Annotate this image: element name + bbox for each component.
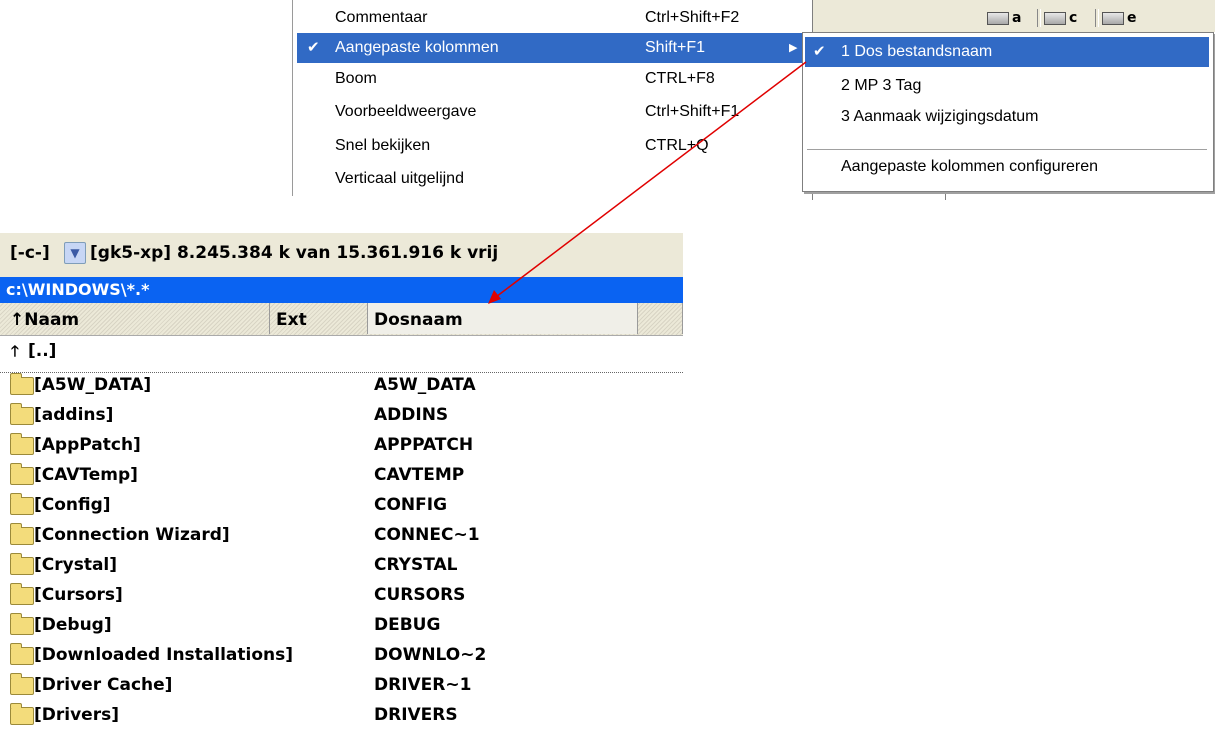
drive-icon xyxy=(987,11,1009,25)
menu-item-voorbeeldweergave[interactable]: Voorbeeldweergave Ctrl+Shift+F1 xyxy=(297,97,803,127)
menu-item-verticaal-uitgelijnd[interactable]: Verticaal uitgelijnd xyxy=(297,164,803,194)
folder-icon xyxy=(10,583,34,605)
menu-separator xyxy=(807,149,1207,150)
submenu-item-configureren[interactable]: Aangepaste kolommen configureren xyxy=(805,152,1209,182)
drive-button-c[interactable]: c xyxy=(1037,9,1077,27)
list-item[interactable]: [Cursors] CURSORS xyxy=(0,580,683,610)
chevron-down-icon[interactable]: ▼ xyxy=(64,242,86,264)
menu-item-commentaar[interactable]: Commentaar Ctrl+Shift+F2 xyxy=(297,3,803,33)
list-item[interactable]: [Crystal] CRYSTAL xyxy=(0,550,683,580)
folder-icon xyxy=(10,373,34,395)
toolbar-separator xyxy=(1095,9,1099,27)
drive-button-e[interactable]: e xyxy=(1095,9,1137,27)
menu-item-boom[interactable]: Boom CTRL+F8 xyxy=(297,64,803,94)
list-item[interactable]: [A5W_DATA] A5W_DATA xyxy=(0,370,683,400)
custom-columns-submenu: ✔ 1 Dos bestandsnaam 2 MP 3 Tag 3 Aanmaa… xyxy=(802,32,1214,192)
folder-icon xyxy=(10,463,34,485)
view-context-menu: Commentaar Ctrl+Shift+F2 ✔ Aangepaste ko… xyxy=(292,0,803,196)
column-header-dosnaam[interactable]: Dosnaam xyxy=(368,303,638,334)
folder-icon xyxy=(10,553,34,575)
parent-directory-row[interactable]: 🡑 [..] xyxy=(0,336,683,366)
column-header-naam[interactable]: ↑Naam xyxy=(0,303,270,334)
submenu-item-aanmaak-wijzigingsdatum[interactable]: 3 Aanmaak wijzigingsdatum xyxy=(805,102,1209,132)
folder-icon xyxy=(10,493,34,515)
submenu-item-mp3-tag[interactable]: 2 MP 3 Tag xyxy=(805,71,1209,101)
toolbar-separator xyxy=(1037,9,1041,27)
drive-toolbar: a c e xyxy=(812,0,1215,32)
current-path: c:\WINDOWS\*.* xyxy=(0,277,683,303)
list-item[interactable]: [CAVTemp] CAVTEMP xyxy=(0,460,683,490)
drive-info: [gk5-xp] 8.245.384 k van 15.361.916 k vr… xyxy=(90,243,499,263)
column-headers: ↑Naam Ext Dosnaam xyxy=(0,303,683,336)
list-item[interactable]: [Downloaded Installations] DOWNLO~2 xyxy=(0,640,683,670)
checkmark-icon: ✔ xyxy=(813,43,826,60)
list-item[interactable]: [Connection Wizard] CONNEC~1 xyxy=(0,520,683,550)
column-header-empty[interactable] xyxy=(638,303,683,334)
menu-item-aangepaste-kolommen[interactable]: ✔ Aangepaste kolommen Shift+F1 ▶ xyxy=(297,33,803,63)
up-folder-icon: 🡑 xyxy=(11,342,19,360)
row-divider xyxy=(0,372,683,373)
list-item[interactable]: [Drivers] DRIVERS xyxy=(0,700,683,730)
folder-icon xyxy=(10,613,34,635)
drive-selector[interactable]: [-c-] xyxy=(10,243,50,263)
submenu-arrow-icon: ▶ xyxy=(789,42,798,54)
list-item[interactable]: [AppPatch] APPPATCH xyxy=(0,430,683,460)
submenu-item-dos-bestandsnaam[interactable]: ✔ 1 Dos bestandsnaam xyxy=(805,37,1209,67)
file-panel: [-c-] ▼ [gk5-xp] 8.245.384 k van 15.361.… xyxy=(0,233,683,733)
column-header-ext[interactable]: Ext xyxy=(270,303,368,334)
drive-bar: [-c-] ▼ [gk5-xp] 8.245.384 k van 15.361.… xyxy=(0,233,683,277)
folder-icon xyxy=(10,523,34,545)
list-item[interactable]: [Debug] DEBUG xyxy=(0,610,683,640)
folder-icon xyxy=(10,703,34,725)
drive-button-a[interactable]: a xyxy=(987,9,1021,27)
checkmark-icon: ✔ xyxy=(307,39,320,56)
list-item[interactable]: [Config] CONFIG xyxy=(0,490,683,520)
folder-icon xyxy=(10,433,34,455)
list-item[interactable]: [Driver Cache] DRIVER~1 xyxy=(0,670,683,700)
drive-icon xyxy=(1044,11,1066,25)
list-item[interactable]: [addins] ADDINS xyxy=(0,400,683,430)
menu-item-snel-bekijken[interactable]: Snel bekijken CTRL+Q xyxy=(297,131,803,161)
folder-icon xyxy=(10,643,34,665)
folder-icon xyxy=(10,673,34,695)
drive-icon xyxy=(1102,11,1124,25)
folder-icon xyxy=(10,403,34,425)
